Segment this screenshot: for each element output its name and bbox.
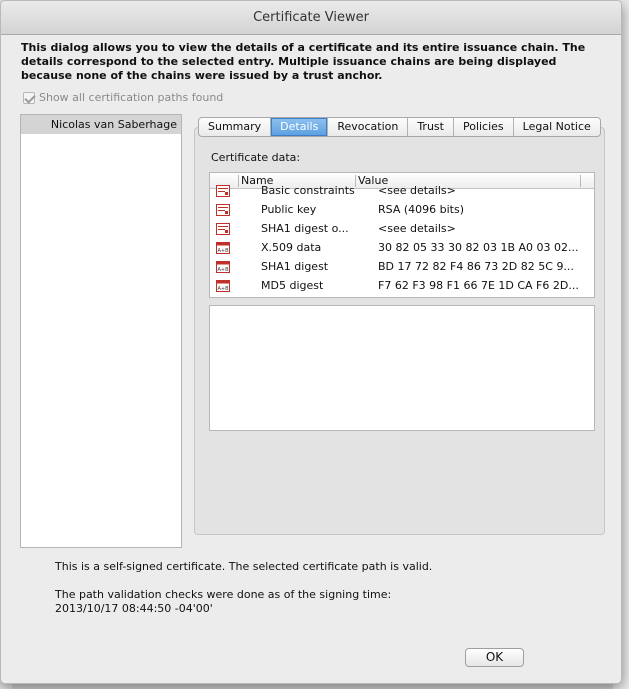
row-name: Public key (261, 203, 317, 216)
show-all-paths-label: Show all certification paths found (39, 91, 224, 104)
row-name: SHA1 digest o... (261, 222, 349, 235)
binary-data-icon: A+B (216, 280, 230, 295)
row-name: MD5 digest (261, 279, 324, 292)
table-row[interactable]: A+B X.509 data 30 82 05 33 30 82 03 1B A… (210, 239, 594, 258)
checkbox-checked-icon[interactable] (23, 91, 35, 104)
title-bar: Certificate Viewer (1, 1, 621, 35)
row-value: F7 62 F3 98 F1 66 7E 1D CA F6 2D... (378, 279, 579, 292)
tab-trust[interactable]: Trust (408, 118, 454, 136)
row-value: BD 17 72 82 F4 86 73 2D 82 5C 9... (378, 260, 574, 273)
table-row[interactable]: SHA1 digest o... <see details> (210, 220, 594, 239)
table-rows: Basic constraints <see details> Public k… (210, 182, 594, 296)
tab-bar: Summary Details Revocation Trust Policie… (198, 117, 601, 137)
row-value: RSA (4096 bits) (378, 203, 465, 216)
show-all-paths-checkbox[interactable]: Show all certification paths found (23, 91, 223, 104)
row-value: <see details> (378, 222, 456, 235)
certificate-data-label: Certificate data: (211, 151, 301, 164)
certificate-icon (216, 204, 230, 219)
window-title: Certificate Viewer (253, 10, 369, 25)
svg-text:A+B: A+B (217, 248, 229, 254)
svg-text:A+B: A+B (217, 286, 229, 292)
field-detail-view[interactable] (209, 305, 595, 431)
binary-data-icon: A+B (216, 242, 230, 257)
certificate-icon (216, 223, 230, 238)
tab-legal-notice[interactable]: Legal Notice (514, 118, 600, 136)
intro-text: This dialog allows you to view the detai… (21, 41, 586, 82)
row-name: SHA1 digest (261, 260, 329, 273)
certification-path-list[interactable]: Nicolas van Saberhage (20, 114, 182, 548)
validation-time: 2013/10/17 08:44:50 -04'00' (55, 602, 213, 615)
tab-revocation[interactable]: Revocation (328, 118, 409, 136)
row-value: <see details> (378, 184, 456, 197)
row-name: Basic constraints (261, 184, 355, 197)
tab-policies[interactable]: Policies (454, 118, 514, 136)
svg-text:A+B: A+B (217, 267, 229, 273)
path-entry[interactable]: Nicolas van Saberhage (21, 115, 181, 134)
tab-summary[interactable]: Summary (199, 118, 272, 136)
certificate-data-table[interactable]: Name Value Basic constraints <see detail… (209, 172, 595, 298)
table-row[interactable]: Basic constraints <see details> (210, 182, 594, 201)
validation-info: The path validation checks were done as … (55, 588, 391, 616)
binary-data-icon: A+B (216, 261, 230, 276)
path-status-text: This is a self-signed certificate. The s… (55, 560, 433, 573)
ok-button[interactable]: OK (465, 648, 524, 667)
table-row[interactable]: A+B MD5 digest F7 62 F3 98 F1 66 7E 1D C… (210, 277, 594, 296)
validation-line: The path validation checks were done as … (55, 588, 392, 601)
certificate-viewer-dialog: Certificate Viewer This dialog allows yo… (0, 0, 622, 684)
table-row[interactable]: A+B SHA1 digest BD 17 72 82 F4 86 73 2D … (210, 258, 594, 277)
row-name: X.509 data (261, 241, 322, 254)
details-panel: Certificate data: Name Value Basic const… (194, 127, 605, 535)
row-value: 30 82 05 33 30 82 03 1B A0 03 02... (378, 241, 579, 254)
tab-details[interactable]: Details (271, 118, 329, 136)
table-row[interactable]: Public key RSA (4096 bits) (210, 201, 594, 220)
certificate-icon (216, 185, 230, 200)
